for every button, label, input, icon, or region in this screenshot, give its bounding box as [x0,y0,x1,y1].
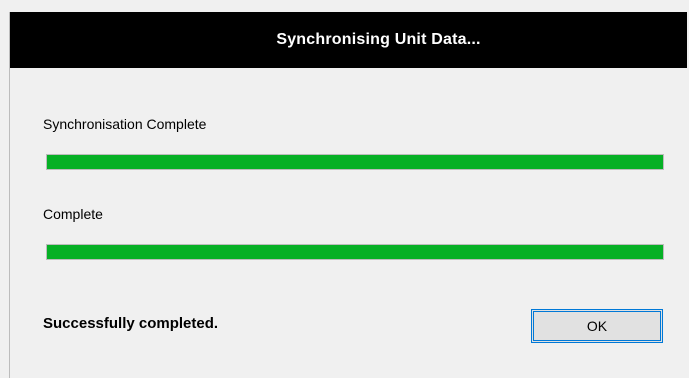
sync-dialog: Synchronising Unit Data... Synchronisati… [9,12,687,378]
complete-progress-fill [47,245,663,259]
ok-button[interactable]: OK [531,309,663,343]
status-message: Successfully completed. [43,315,219,332]
sync-progress-fill [47,155,663,169]
complete-progress-bar [46,244,664,260]
sync-progress-label: Synchronisation Complete [43,116,207,132]
dialog-content: Synchronisation Complete Complete Succes… [10,68,687,378]
sync-progress-bar [46,154,664,170]
dialog-title: Synchronising Unit Data... [276,31,481,48]
dialog-titlebar: Synchronising Unit Data... [10,12,687,68]
screen: Synchronising Unit Data... Synchronisati… [0,0,689,378]
complete-progress-label: Complete [43,206,103,222]
